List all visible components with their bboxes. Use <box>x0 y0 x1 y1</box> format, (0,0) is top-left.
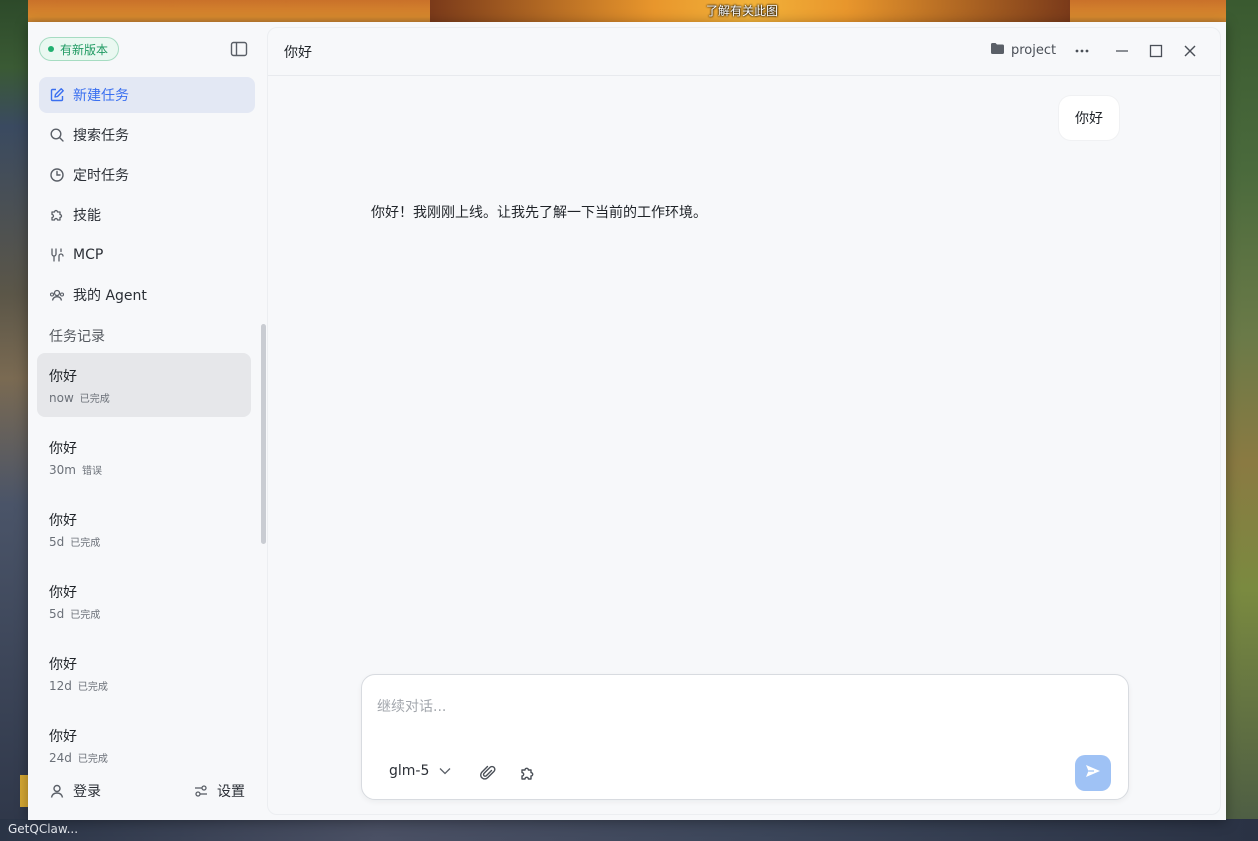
nav-my-agent-label: 我的 Agent <box>73 288 147 304</box>
message-composer: glm-5 <box>361 674 1129 800</box>
history-item-title: 你好 <box>49 729 77 745</box>
history-list: 你好 now 已完成 你好 30m 错误 你好 5d 已完成 你好 5d 已完成… <box>37 352 257 768</box>
agent-icon <box>49 287 65 303</box>
settings-button[interactable]: 设置 <box>193 780 245 802</box>
history-item-time: 12d <box>49 679 72 693</box>
close-icon[interactable] <box>1182 43 1198 59</box>
minimize-icon[interactable] <box>1114 43 1130 59</box>
chat-header: 你好 project <box>268 28 1220 76</box>
history-item-title: 你好 <box>49 585 77 601</box>
send-icon <box>1084 762 1102 784</box>
project-button[interactable]: project <box>990 42 1056 59</box>
wallpaper-caption[interactable]: 了解有关此图 <box>0 3 1258 19</box>
history-item-status: 已完成 <box>79 394 110 405</box>
nav-skills[interactable]: 技能 <box>39 197 255 233</box>
wallpaper-bottom <box>0 819 1258 841</box>
folder-icon <box>990 42 1005 59</box>
sidebar: 有新版本 新建任务 搜索任务 定时任务 技能 MCP 我的 Agent 任务记录… <box>28 22 267 820</box>
history-item-time: 30m <box>49 463 76 477</box>
sidebar-scrollbar[interactable] <box>261 324 266 544</box>
main-panel: 你好 project 你好 你好！我刚刚上线。让我先了解一下当前的工作环境。 继… <box>267 27 1221 815</box>
taskbar-marker <box>20 775 28 807</box>
nav-new-task-label: 新建任务 <box>73 88 129 104</box>
update-dot <box>48 46 54 52</box>
history-item-time: 5d <box>49 607 65 621</box>
nav-new-task[interactable]: 新建任务 <box>39 77 255 113</box>
history-item[interactable]: 你好 30m 错误 <box>37 425 251 489</box>
settings-sliders-icon <box>193 783 209 799</box>
login-button[interactable]: 登录 <box>49 780 101 802</box>
assistant-message: 你好！我刚刚上线。让我先了解一下当前的工作环境。 <box>371 205 707 221</box>
history-item-status: 错误 <box>81 466 102 477</box>
nav-scheduled-task-label: 定时任务 <box>73 168 129 184</box>
sidebar-toggle-icon[interactable] <box>230 41 248 57</box>
history-item-status: 已完成 <box>77 682 108 693</box>
history-item-time: now <box>49 391 74 405</box>
history-item-title: 你好 <box>49 369 77 385</box>
nav-my-agent[interactable]: 我的 Agent <box>39 277 255 313</box>
nav-mcp-label: MCP <box>73 247 104 263</box>
plugin-puzzle-icon[interactable] <box>519 764 537 782</box>
settings-label: 设置 <box>217 784 245 800</box>
history-section-label: 任务记录 <box>49 329 105 345</box>
model-select-label: glm-5 <box>389 763 430 779</box>
history-item[interactable]: 你好 5d 已完成 <box>37 497 251 561</box>
history-item-title: 你好 <box>49 441 77 457</box>
history-item-time: 24d <box>49 751 72 765</box>
nav-search-task[interactable]: 搜索任务 <box>39 117 255 153</box>
maximize-icon[interactable] <box>1148 43 1164 59</box>
history-item[interactable]: 你好 12d 已完成 <box>37 641 251 705</box>
nav-scheduled-task[interactable]: 定时任务 <box>39 157 255 193</box>
history-item-status: 已完成 <box>77 754 108 765</box>
user-message-bubble: 你好 <box>1059 96 1119 140</box>
history-item[interactable]: 你好 5d 已完成 <box>37 569 251 633</box>
plug-icon <box>49 247 65 263</box>
history-item-title: 你好 <box>49 657 77 673</box>
send-button[interactable] <box>1075 755 1111 791</box>
clock-icon <box>49 167 65 183</box>
puzzle-icon <box>49 207 65 223</box>
attachment-icon[interactable] <box>479 764 497 782</box>
more-icon[interactable] <box>1074 43 1090 59</box>
login-label: 登录 <box>73 784 101 800</box>
history-item-status: 已完成 <box>70 538 101 549</box>
update-badge-label: 有新版本 <box>60 42 109 57</box>
wallpaper-right <box>1226 0 1258 841</box>
project-label: project <box>1011 43 1057 58</box>
app-window: 有新版本 新建任务 搜索任务 定时任务 技能 MCP 我的 Agent 任务记录… <box>28 22 1226 820</box>
history-item-title: 你好 <box>49 513 77 529</box>
history-item[interactable]: 你好 now 已完成 <box>37 353 251 417</box>
nav-search-task-label: 搜索任务 <box>73 128 129 144</box>
message-input[interactable] <box>377 687 1107 727</box>
nav-skills-label: 技能 <box>73 208 101 224</box>
edit-icon <box>49 87 65 103</box>
user-icon <box>49 783 65 799</box>
history-item[interactable]: 你好 24d 已完成 <box>37 713 251 768</box>
history-item-status: 已完成 <box>70 610 101 621</box>
taskbar-label[interactable]: GetQClaw... <box>8 821 78 837</box>
update-badge[interactable]: 有新版本 <box>39 37 120 61</box>
chat-title: 你好 <box>284 45 312 61</box>
chevron-down-icon <box>439 763 451 779</box>
model-select[interactable]: glm-5 <box>389 763 451 779</box>
search-icon <box>49 127 65 143</box>
nav-mcp[interactable]: MCP <box>39 237 255 273</box>
history-item-time: 5d <box>49 535 65 549</box>
wallpaper-left <box>0 0 28 841</box>
